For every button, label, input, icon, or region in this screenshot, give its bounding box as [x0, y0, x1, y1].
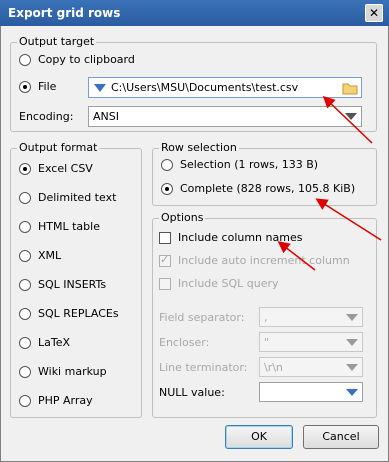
radio-circle[interactable]	[19, 53, 31, 66]
file-radio[interactable]: File	[19, 80, 56, 93]
selection-label: Selection (1 rows, 133 B)	[180, 158, 319, 171]
radio-circle[interactable]	[19, 191, 31, 204]
format-option-sql-replaces[interactable]: SQL REPLACEs	[19, 307, 119, 320]
format-option-php-array[interactable]: PHP Array	[19, 394, 93, 407]
encoding-select[interactable]: ANSI	[88, 106, 362, 127]
encloser-select[interactable]: "	[259, 332, 363, 352]
checkbox-box[interactable]	[159, 231, 171, 244]
include-column-names-label: Include column names	[178, 231, 303, 244]
encloser-label: Encloser:	[159, 336, 210, 349]
chevron-down-icon[interactable]	[346, 339, 358, 346]
format-option-label: SQL INSERTs	[38, 278, 107, 291]
field-separator-select[interactable]: ,	[259, 307, 363, 327]
window-title: Export grid rows	[8, 6, 121, 20]
format-option-html-table[interactable]: HTML table	[19, 220, 100, 233]
format-option-latex[interactable]: LaTeX	[19, 336, 70, 349]
copy-to-clipboard-label: Copy to clipboard	[38, 53, 135, 66]
include-column-names-checkbox[interactable]: Include column names	[159, 231, 302, 244]
radio-circle[interactable]	[19, 80, 31, 93]
checkbox-box[interactable]	[159, 253, 171, 267]
radio-circle[interactable]	[19, 307, 31, 320]
close-button[interactable]: ✕	[365, 4, 383, 22]
radio-circle[interactable]	[19, 220, 31, 233]
format-option-label: PHP Array	[38, 394, 93, 407]
radio-circle[interactable]	[19, 336, 31, 349]
line-terminator-select[interactable]: \r\n	[259, 357, 363, 377]
cancel-button[interactable]: Cancel	[303, 425, 379, 449]
file-path-input[interactable]: C:\Users\MSU\Documents\test.csv	[88, 77, 362, 98]
format-option-xml[interactable]: XML	[19, 249, 61, 262]
ok-button[interactable]: OK	[225, 425, 293, 449]
chevron-down-icon[interactable]	[346, 314, 358, 321]
file-label: File	[38, 80, 57, 93]
row-selection-group: Row selection	[152, 141, 377, 206]
include-sql-query-checkbox[interactable]: Include SQL query	[159, 277, 279, 290]
field-separator-value: ,	[264, 311, 268, 324]
null-value-select[interactable]	[259, 382, 363, 402]
format-option-sql-inserts[interactable]: SQL INSERTs	[19, 278, 106, 291]
include-sql-query-label: Include SQL query	[178, 277, 279, 290]
radio-circle[interactable]	[19, 365, 31, 378]
radio-circle[interactable]	[19, 249, 31, 262]
include-auto-increment-checkbox[interactable]: Include auto increment column	[159, 253, 350, 267]
title-bar: Export grid rows ✕	[0, 0, 389, 26]
radio-circle[interactable]	[161, 158, 173, 171]
encoding-value: ANSI	[93, 110, 119, 123]
complete-label: Complete (828 rows, 105.8 KiB)	[180, 182, 356, 195]
line-terminator-label: Line terminator:	[159, 361, 248, 374]
field-separator-label: Field separator:	[159, 311, 245, 324]
dropdown-arrow-icon[interactable]	[94, 83, 106, 93]
radio-circle[interactable]	[161, 182, 173, 195]
options-legend: Options	[159, 211, 206, 224]
checkbox-box[interactable]	[159, 277, 171, 290]
null-value-label: NULL value:	[159, 386, 225, 399]
format-option-label: Excel CSV	[38, 162, 93, 175]
format-option-label: Wiki markup	[38, 365, 107, 378]
format-option-label: SQL REPLACEs	[38, 307, 119, 320]
row-selection-legend: Row selection	[159, 141, 239, 154]
line-terminator-value: \r\n	[264, 361, 283, 374]
format-option-excel-csv[interactable]: Excel CSV	[19, 162, 93, 175]
copy-to-clipboard-radio[interactable]: Copy to clipboard	[19, 53, 135, 66]
folder-browse-icon[interactable]	[342, 81, 358, 95]
encloser-value: "	[264, 336, 270, 349]
complete-radio[interactable]: Complete (828 rows, 105.8 KiB)	[161, 182, 355, 195]
chevron-down-icon[interactable]	[345, 113, 357, 120]
chevron-down-icon[interactable]	[346, 364, 358, 371]
output-format-legend: Output format	[17, 141, 100, 154]
format-option-label: XML	[38, 249, 62, 262]
selection-radio[interactable]: Selection (1 rows, 133 B)	[161, 158, 318, 171]
output-target-legend: Output target	[17, 35, 97, 48]
radio-circle[interactable]	[19, 162, 31, 175]
format-option-wiki-markup[interactable]: Wiki markup	[19, 365, 107, 378]
radio-circle[interactable]	[19, 278, 31, 291]
format-option-delimited-text[interactable]: Delimited text	[19, 191, 116, 204]
format-option-label: LaTeX	[38, 336, 71, 349]
chevron-down-icon[interactable]	[346, 389, 358, 396]
include-auto-increment-label: Include auto increment column	[178, 254, 350, 267]
file-path-value: C:\Users\MSU\Documents\test.csv	[111, 81, 299, 94]
radio-circle[interactable]	[19, 394, 31, 407]
format-option-label: HTML table	[38, 220, 100, 233]
format-option-label: Delimited text	[38, 191, 117, 204]
encoding-label: Encoding:	[19, 110, 74, 123]
